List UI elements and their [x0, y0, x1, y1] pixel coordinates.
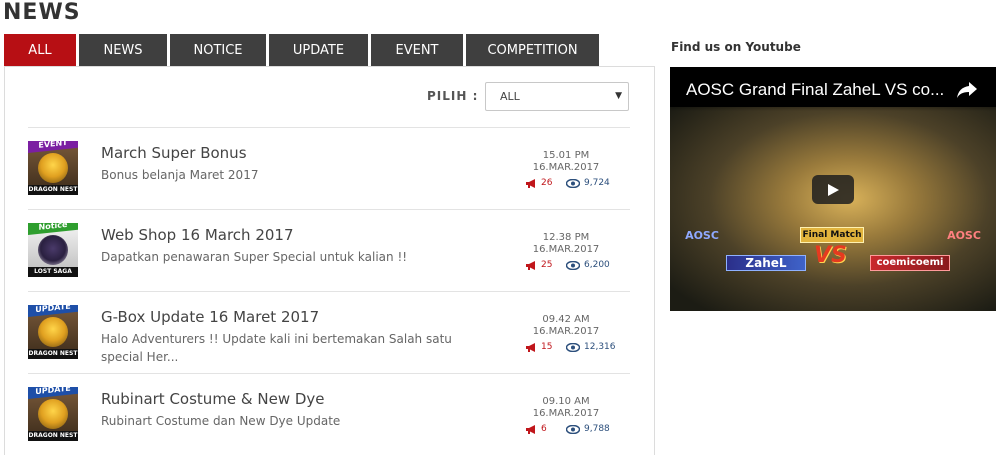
news-time: 09.42 AM [542, 314, 590, 325]
tab-notice[interactable]: NOTICE [170, 34, 266, 67]
likes-count: 26 [526, 178, 552, 188]
character-art [38, 399, 68, 429]
views-count: 6,200 [566, 260, 610, 270]
game-label: DRAGON NEST [28, 185, 78, 195]
megaphone-icon [526, 178, 535, 188]
news-time: 12.38 PM [542, 232, 590, 243]
news-description: Halo Adventurers !! Update kali ini bert… [101, 332, 452, 364]
news-date: 16.MAR.2017 [532, 244, 600, 255]
news-date: 16.MAR.2017 [532, 162, 600, 173]
filter-selected-value: ALL [500, 90, 520, 103]
character-art [38, 153, 68, 183]
news-time: 09.10 AM [542, 396, 590, 407]
eye-icon [566, 424, 580, 434]
character-art [38, 235, 68, 265]
news-date: 16.MAR.2017 [532, 408, 600, 419]
news-description: Bonus belanja Maret 2017 [101, 168, 259, 182]
views-value: 12,316 [584, 342, 616, 352]
tab-event[interactable]: EVENT [371, 34, 463, 67]
views-count: 9,788 [566, 424, 610, 434]
news-item[interactable]: Notice LOST SAGA Web Shop 16 March 2017 … [28, 210, 630, 292]
youtube-player[interactable]: AOSC Grand Final ZaheL VS co... AOSC AOS… [670, 67, 996, 311]
eye-icon [566, 178, 580, 188]
likes-count: 6 [526, 424, 547, 434]
news-title[interactable]: G-Box Update 16 Maret 2017 [101, 308, 319, 326]
views-value: 9,724 [584, 178, 610, 188]
game-label: DRAGON NEST [28, 349, 78, 359]
category-badge: Notice [28, 223, 78, 235]
play-icon [828, 183, 839, 196]
megaphone-icon [526, 424, 535, 434]
tab-competition[interactable]: COMPETITION [466, 34, 599, 67]
game-label: DRAGON NEST [28, 431, 78, 441]
news-item[interactable]: UPDATE DRAGON NEST Rubinart Costume & Ne… [28, 374, 630, 455]
eye-icon [566, 342, 580, 352]
likes-value: 15 [541, 342, 553, 352]
news-title[interactable]: Web Shop 16 March 2017 [101, 226, 294, 244]
news-thumbnail: EVENT DRAGON NEST [28, 141, 78, 195]
vs-label: VS [814, 243, 847, 268]
likes-value: 26 [541, 178, 553, 188]
character-art [38, 317, 68, 347]
youtube-heading: Find us on Youtube [671, 40, 801, 54]
team-logo-left: AOSC [685, 229, 719, 242]
news-thumbnail: Notice LOST SAGA [28, 223, 78, 277]
page-title: NEWS [3, 0, 81, 25]
tab-news[interactable]: NEWS [79, 34, 167, 67]
news-title[interactable]: March Super Bonus [101, 144, 247, 162]
news-date: 16.MAR.2017 [532, 326, 600, 337]
final-match-banner: Final Match [800, 227, 864, 243]
megaphone-icon [526, 260, 535, 270]
game-label: LOST SAGA [28, 267, 78, 277]
likes-count: 25 [526, 260, 552, 270]
news-description: Dapatkan penawaran Super Special untuk k… [101, 250, 408, 264]
likes-value: 25 [541, 260, 553, 270]
tab-all[interactable]: ALL [4, 34, 76, 67]
category-badge: EVENT [28, 141, 78, 153]
views-count: 9,724 [566, 178, 610, 188]
views-count: 12,316 [566, 342, 616, 352]
category-badge: UPDATE [28, 305, 78, 317]
news-item[interactable]: EVENT DRAGON NEST March Super Bonus Bonu… [28, 128, 630, 210]
news-description: Rubinart Costume dan New Dye Update [101, 414, 341, 428]
filter-label: PILIH : [427, 89, 479, 103]
megaphone-icon [526, 342, 535, 352]
video-title[interactable]: AOSC Grand Final ZaheL VS co... [686, 80, 951, 100]
team-right-name: coemicoemi [870, 255, 950, 271]
chevron-down-icon: ▼ [615, 91, 622, 101]
category-badge: UPDATE [28, 387, 78, 399]
play-button[interactable] [812, 175, 854, 204]
tab-update[interactable]: UPDATE [269, 34, 368, 67]
likes-value: 6 [541, 424, 547, 434]
likes-count: 15 [526, 342, 552, 352]
news-item[interactable]: UPDATE DRAGON NEST G-Box Update 16 Maret… [28, 292, 630, 374]
eye-icon [566, 260, 580, 270]
news-time: 15.01 PM [542, 150, 590, 161]
team-left-name: ZaheL [726, 255, 806, 271]
views-value: 9,788 [584, 424, 610, 434]
news-thumbnail: UPDATE DRAGON NEST [28, 305, 78, 359]
share-icon[interactable] [956, 81, 978, 104]
news-thumbnail: UPDATE DRAGON NEST [28, 387, 78, 441]
video-thumbnail [670, 107, 996, 311]
news-title[interactable]: Rubinart Costume & New Dye [101, 390, 325, 408]
category-filter-select[interactable]: ALL ▼ [485, 82, 629, 111]
views-value: 6,200 [584, 260, 610, 270]
